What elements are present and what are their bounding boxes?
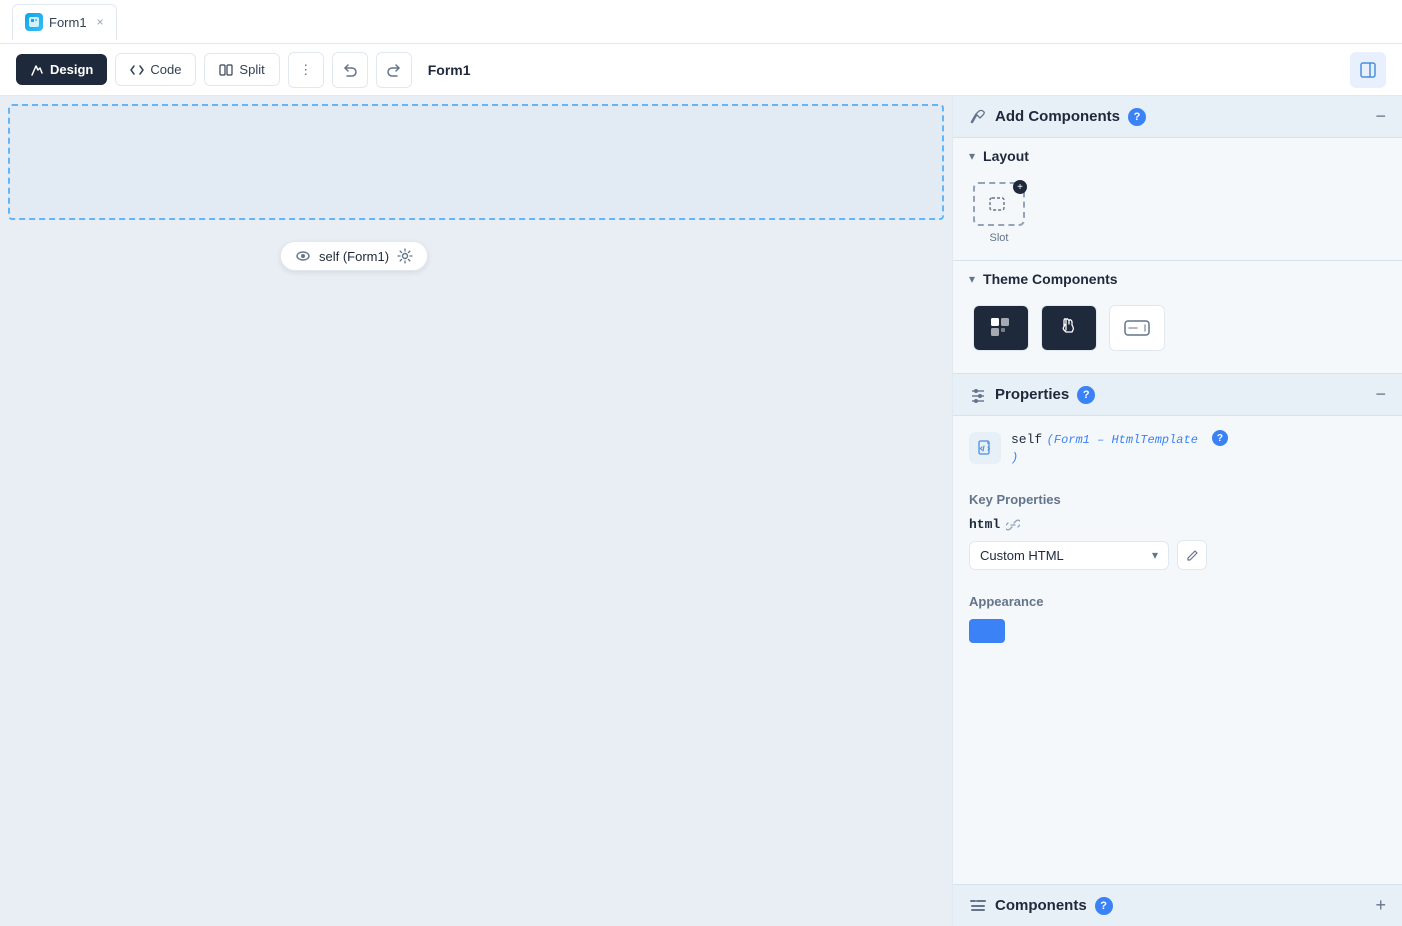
pencil-icon xyxy=(1186,549,1199,562)
self-label: self xyxy=(1011,432,1042,447)
edit-html-button[interactable] xyxy=(1177,540,1207,570)
panel-layout-icon xyxy=(1359,61,1377,79)
slot-component-item[interactable]: + Slot xyxy=(973,182,1025,244)
split-button[interactable]: Split xyxy=(204,53,279,86)
theme-component-3[interactable] xyxy=(1109,305,1165,357)
properties-collapse-button[interactable]: − xyxy=(1375,384,1386,405)
dropdown-chevron-icon: ▾ xyxy=(1152,548,1158,562)
hand-cursor-icon xyxy=(1055,314,1083,342)
add-components-header: Add Components ? − xyxy=(953,96,1402,138)
code-icon xyxy=(130,63,144,77)
design-button[interactable]: Design xyxy=(16,54,107,85)
link-icon[interactable] xyxy=(1006,518,1020,532)
properties-help-badge[interactable]: ? xyxy=(1077,386,1095,404)
redo-button[interactable] xyxy=(376,52,412,88)
more-options-button[interactable]: ⋮ xyxy=(288,52,324,88)
html-label: html xyxy=(969,517,1000,532)
canvas-self-label[interactable]: self (Form1) xyxy=(280,241,428,271)
add-components-header-left: Add Components ? xyxy=(969,108,1146,126)
add-components-collapse-button[interactable]: − xyxy=(1375,106,1386,127)
add-components-help-badge[interactable]: ? xyxy=(1128,108,1146,126)
components-add-button[interactable]: + xyxy=(1375,895,1386,916)
self-detail-1: (Form1 – HtmlTemplate xyxy=(1047,433,1198,447)
tab-form1[interactable]: Form1 × xyxy=(12,4,117,40)
slot-label: Slot xyxy=(990,232,1009,244)
redo-icon xyxy=(386,62,402,78)
self-property-text: self (Form1 – HtmlTemplate ) xyxy=(1011,430,1198,466)
slot-plus-icon: + xyxy=(1013,180,1027,194)
tab-close-button[interactable]: × xyxy=(97,15,104,29)
layout-subsection-title: Layout xyxy=(983,148,1029,164)
layout-chevron-icon: ▾ xyxy=(969,149,975,163)
panel-toggle-button[interactable] xyxy=(1350,52,1386,88)
components-footer: Components ? + xyxy=(953,884,1402,926)
slot-inner-icon xyxy=(988,193,1010,215)
layout-subsection-header[interactable]: ▾ Layout xyxy=(953,138,1402,172)
input-field-icon xyxy=(1123,318,1151,338)
components-footer-icon xyxy=(969,897,987,915)
appearance-section: Appearance xyxy=(953,582,1402,643)
sliders-icon xyxy=(969,386,987,404)
html-property-row: html xyxy=(969,517,1386,532)
add-components-title: Add Components xyxy=(995,108,1120,125)
theme-icon-box-1 xyxy=(973,305,1029,351)
key-properties-title: Key Properties xyxy=(969,492,1386,507)
properties-header-left: Properties ? xyxy=(969,386,1095,404)
theme-component-2[interactable] xyxy=(1041,305,1097,357)
design-icon xyxy=(30,63,44,77)
toolbar: Design Code Split ⋮ Form1 xyxy=(0,44,1402,96)
theme-component-grid xyxy=(953,295,1402,373)
properties-title: Properties xyxy=(995,386,1069,403)
file-code-icon xyxy=(969,432,1001,464)
undo-button[interactable] xyxy=(332,52,368,88)
split-icon xyxy=(219,63,233,77)
html-dropdown-row: Custom HTML ▾ xyxy=(969,540,1386,570)
self-property-row: self (Form1 – HtmlTemplate ) ? xyxy=(953,416,1402,480)
components-footer-help-badge[interactable]: ? xyxy=(1095,897,1113,915)
self-help-badge[interactable]: ? xyxy=(1212,430,1228,446)
slot-icon-box: + xyxy=(973,182,1025,226)
appearance-title: Appearance xyxy=(969,594,1386,609)
theme-chevron-icon: ▾ xyxy=(969,272,975,286)
theme-components-subsection-header[interactable]: ▾ Theme Components xyxy=(953,261,1402,295)
canvas[interactable]: self (Form1) xyxy=(0,96,952,926)
properties-header: Properties ? − xyxy=(953,374,1402,416)
undo-icon xyxy=(342,62,358,78)
components-footer-title: Components xyxy=(995,897,1087,914)
grid-app-icon xyxy=(987,314,1015,342)
settings-icon xyxy=(397,248,413,264)
wrench-icon xyxy=(969,108,987,126)
layout-component-grid: + Slot xyxy=(953,172,1402,260)
panel-scroll-area[interactable]: Add Components ? − ▾ Layout + xyxy=(953,96,1402,884)
main-area: self (Form1) Add Components ? − xyxy=(0,96,1402,926)
theme-components-title: Theme Components xyxy=(983,271,1118,287)
code-button[interactable]: Code xyxy=(115,53,196,86)
self-detail-2: ) xyxy=(1011,451,1018,465)
theme-component-1[interactable] xyxy=(973,305,1029,357)
theme-icon-box-3 xyxy=(1109,305,1165,351)
form-title: Form1 xyxy=(428,62,471,78)
right-panel: Add Components ? − ▾ Layout + xyxy=(952,96,1402,926)
tab-app-icon xyxy=(25,13,43,31)
eye-icon xyxy=(295,248,311,264)
key-properties-section: Key Properties html Custom HTML ▾ xyxy=(953,480,1402,582)
theme-icon-box-2 xyxy=(1041,305,1097,351)
components-footer-left: Components ? xyxy=(969,897,1113,915)
tab-bar: Form1 × xyxy=(0,0,1402,44)
appearance-preview xyxy=(969,619,1005,643)
tab-title: Form1 xyxy=(49,15,87,30)
canvas-dashed-border xyxy=(8,104,944,220)
html-value-dropdown[interactable]: Custom HTML ▾ xyxy=(969,541,1169,570)
